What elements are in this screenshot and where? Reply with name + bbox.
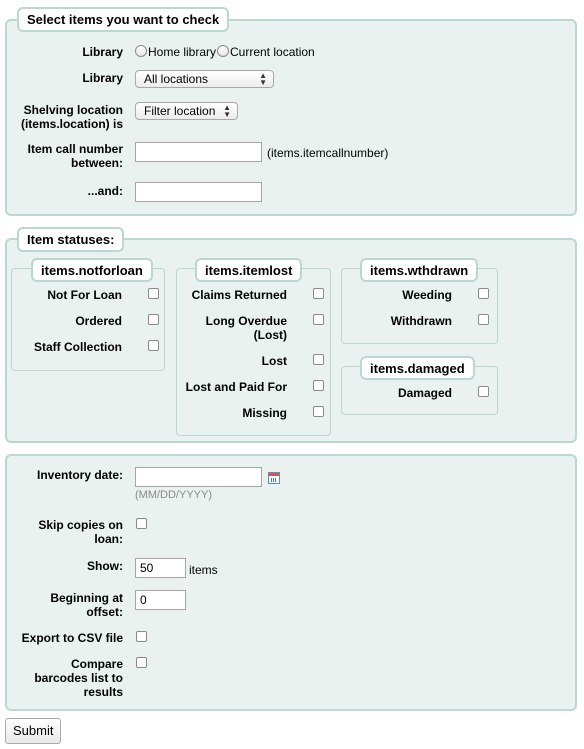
home-library-radio-label[interactable]: Home library (148, 45, 216, 59)
status-label-staff-collection: Staff Collection (33, 340, 122, 354)
status-label-lost-and-paid-for: Lost and Paid For (185, 380, 287, 394)
status-label-missing: Missing (242, 406, 287, 420)
callnumber-start-input[interactable] (135, 142, 262, 162)
status-label-damaged: Damaged (397, 386, 452, 400)
status-label-weeding: Weeding (402, 288, 452, 302)
select-arrows-icon: ▲ ▼ (259, 71, 267, 87)
show-items-suffix: items (189, 563, 218, 577)
offset-label: Beginning at offset: (50, 591, 123, 619)
wthdrawn-legend: items.wthdrawn (360, 258, 479, 282)
shelving-location-select[interactable]: Filter location ▲ ▼ (135, 102, 238, 120)
status-checkbox-staff-collection[interactable] (148, 340, 159, 351)
status-label-long-overdue: Long Overdue (Lost) (205, 314, 287, 342)
status-checkbox-not-for-loan[interactable] (148, 288, 159, 299)
callnumber-label: Item call number between: (27, 142, 123, 170)
itemlost-legend: items.itemlost (195, 258, 303, 282)
item-statuses-legend: Item statuses: (17, 227, 125, 252)
callnumber-hint: (items.itemcallnumber) (267, 146, 389, 160)
inventory-date-label: Inventory date: (36, 468, 123, 482)
library-select-label: Library (82, 71, 123, 85)
damaged-legend: items.damaged (360, 356, 475, 380)
status-label-ordered: Ordered (75, 314, 122, 328)
status-checkbox-lost-and-paid-for[interactable] (313, 380, 324, 391)
export-csv-label: Export to CSV file (21, 631, 123, 645)
status-label-withdrawn: Withdrawn (390, 314, 452, 328)
status-checkbox-claims-returned[interactable] (313, 288, 324, 299)
status-checkbox-ordered[interactable] (148, 314, 159, 325)
current-location-radio[interactable] (217, 45, 229, 57)
shelving-location-label: Shelving location (items.location) is (20, 103, 123, 131)
status-label-claims-returned: Claims Returned (191, 288, 287, 302)
notforloan-legend: items.notforloan (31, 258, 153, 282)
status-checkbox-damaged[interactable] (478, 386, 489, 397)
library-select[interactable]: All locations ▲ ▼ (135, 70, 274, 88)
shelving-location-select-value: Filter location (144, 104, 216, 118)
status-checkbox-weeding[interactable] (478, 288, 489, 299)
status-checkbox-withdrawn[interactable] (478, 314, 489, 325)
select-items-legend: Select items you want to check (17, 7, 230, 32)
submit-button[interactable]: Submit (5, 718, 62, 744)
library-radio-label: Library (82, 45, 123, 59)
current-location-radio-label[interactable]: Current location (230, 45, 315, 59)
show-label: Show: (87, 559, 123, 573)
status-checkbox-lost[interactable] (313, 354, 324, 365)
status-checkbox-long-overdue[interactable] (313, 314, 324, 325)
calendar-icon[interactable] (268, 472, 280, 484)
export-csv-checkbox[interactable] (136, 631, 147, 642)
skip-on-loan-checkbox[interactable] (136, 518, 147, 529)
show-count-input[interactable] (135, 558, 186, 578)
callnumber-end-input[interactable] (135, 182, 262, 202)
status-checkbox-missing[interactable] (313, 406, 324, 417)
inventory-date-input[interactable] (135, 467, 262, 487)
skip-on-loan-label: Skip copies on loan: (38, 518, 123, 546)
compare-barcodes-checkbox[interactable] (136, 657, 147, 668)
date-format-hint: (MM/DD/YYYY) (135, 489, 212, 501)
home-library-radio[interactable] (135, 45, 147, 57)
and-label: ...and: (87, 184, 123, 198)
status-label-lost: Lost (261, 354, 287, 368)
select-arrows-icon: ▲ ▼ (223, 103, 231, 119)
compare-barcodes-label: Compare barcodes list to results (34, 657, 123, 699)
library-select-value: All locations (144, 72, 209, 86)
status-label-not-for-loan: Not For Loan (47, 288, 122, 302)
offset-input[interactable] (135, 590, 186, 610)
